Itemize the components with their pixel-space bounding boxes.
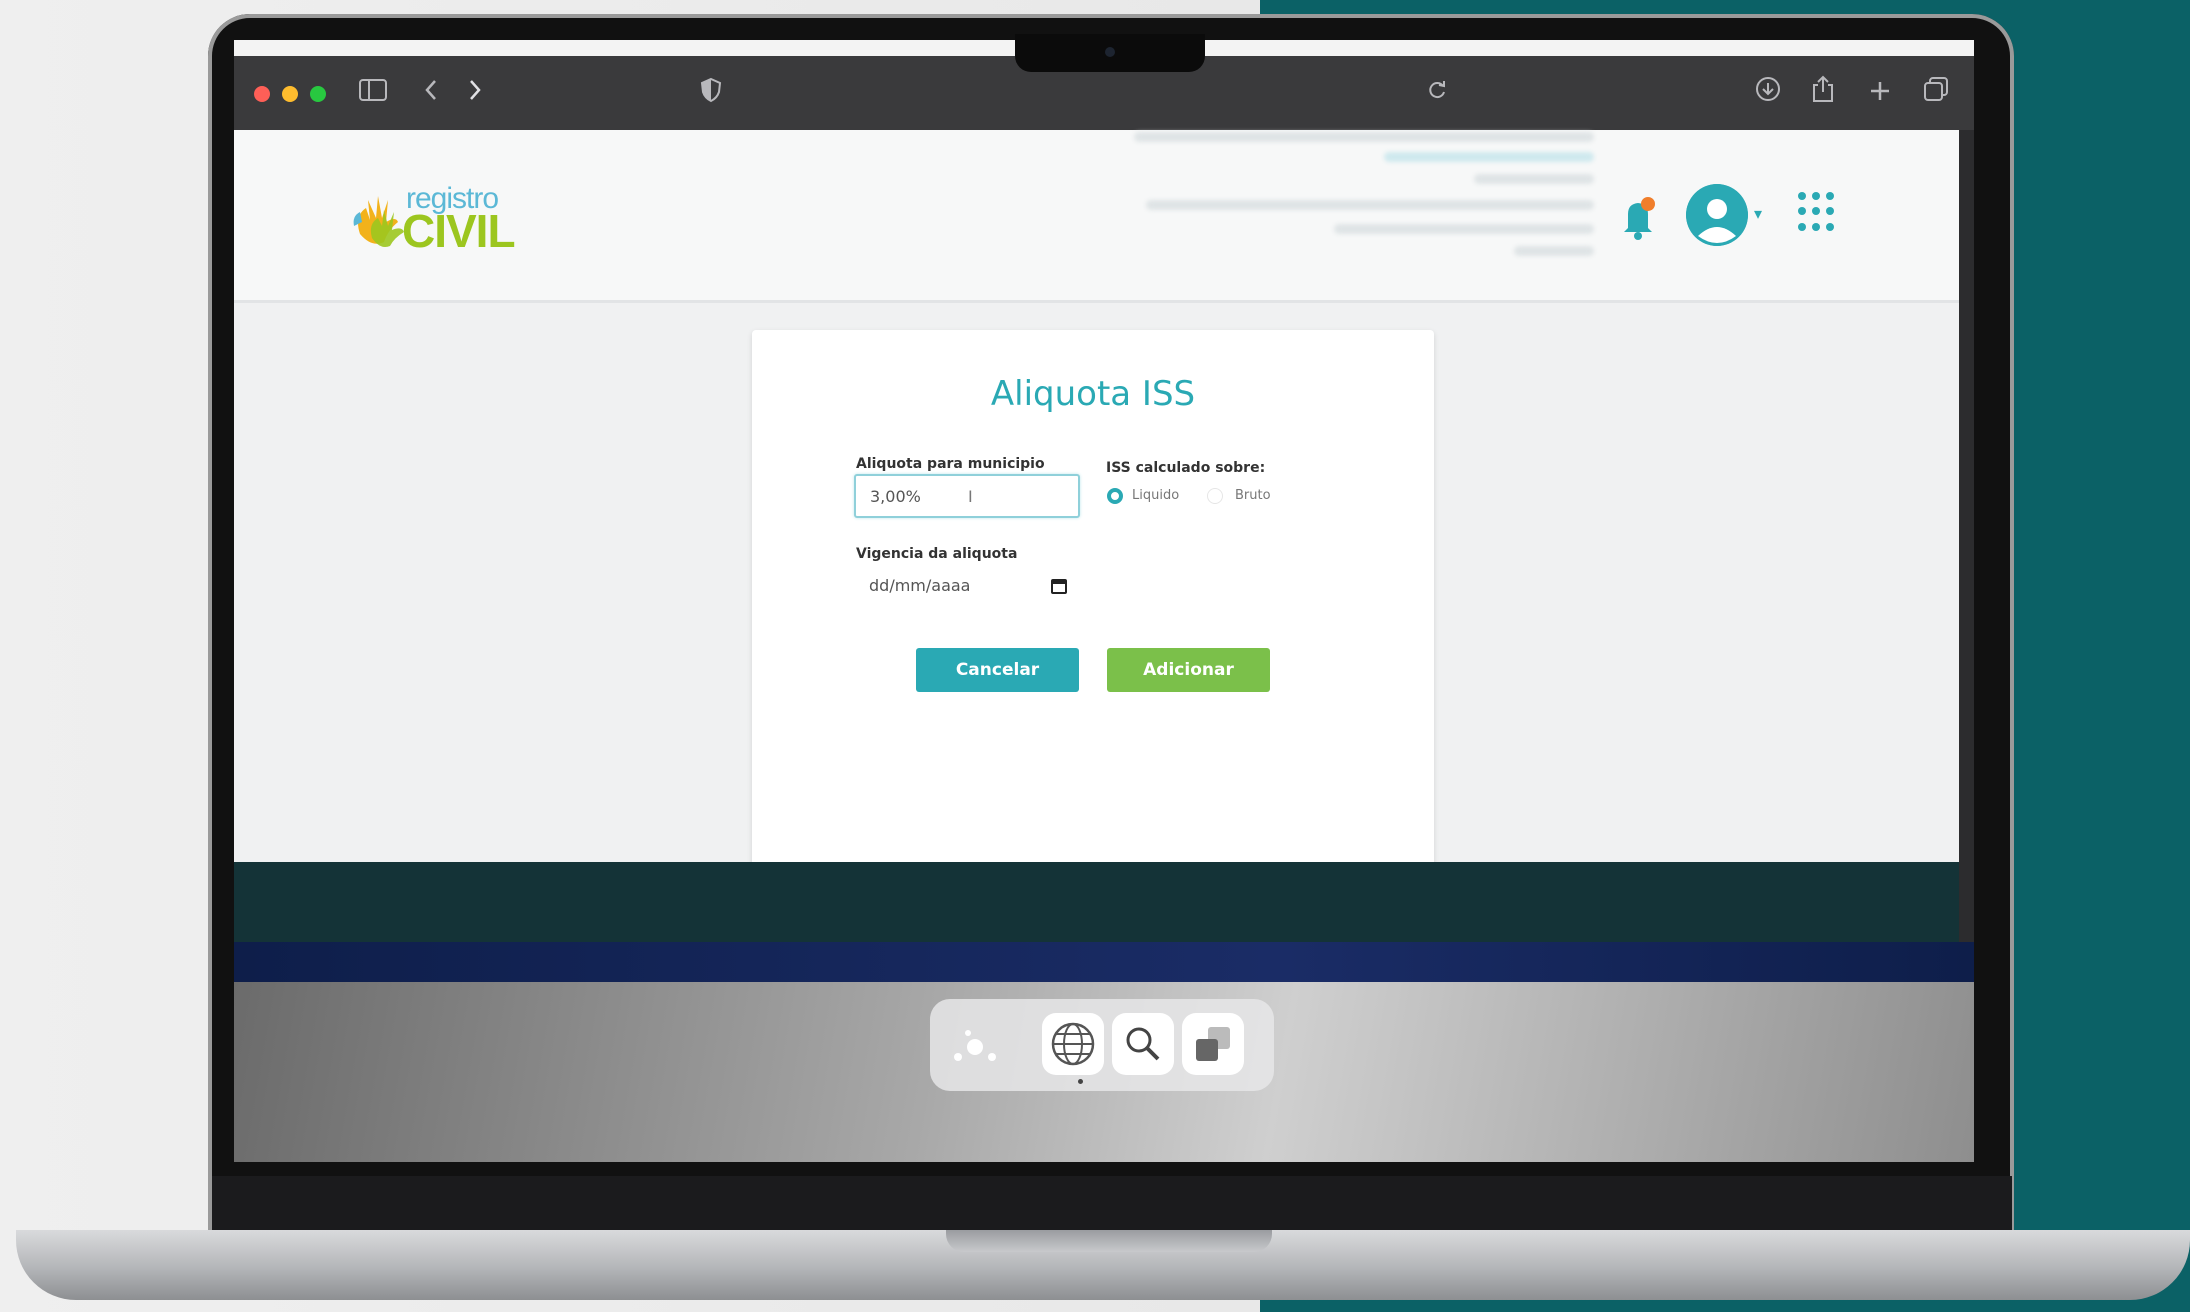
laptop-chin <box>212 1176 2012 1232</box>
shield-icon[interactable] <box>700 74 722 114</box>
laptop-base-groove <box>946 1230 1272 1252</box>
minimize-window-button[interactable] <box>282 86 298 102</box>
launchpad-icon[interactable] <box>944 1013 1006 1075</box>
radio-liquido-label: Liquido <box>1132 488 1180 503</box>
back-icon[interactable] <box>422 74 440 114</box>
radio-liquido[interactable] <box>1107 488 1123 504</box>
rate-label: Aliquota para municipio <box>856 456 1045 472</box>
new-tab-icon[interactable] <box>1868 74 1892 114</box>
validity-label: Vigencia da aliquota <box>856 546 1018 562</box>
user-avatar[interactable] <box>1686 184 1748 246</box>
zoom-window-button[interactable] <box>310 86 326 102</box>
globe-icon[interactable] <box>1042 1013 1104 1075</box>
notification-bell-icon[interactable] <box>1618 192 1658 244</box>
page-scrollbar[interactable] <box>1957 130 1974 1030</box>
site-footer <box>234 862 1959 942</box>
forward-icon[interactable] <box>466 74 484 114</box>
radio-bruto[interactable] <box>1207 488 1223 504</box>
calendar-icon[interactable] <box>1051 578 1067 594</box>
iss-calculated-label: ISS calculado sobre: <box>1106 460 1266 476</box>
download-icon[interactable] <box>1754 74 1782 114</box>
dock <box>930 999 1274 1091</box>
add-button[interactable]: Adicionar <box>1107 648 1270 692</box>
validity-date-input[interactable]: dd/mm/aaaa <box>854 564 1080 608</box>
apps-grid-icon[interactable] <box>1798 192 1838 232</box>
running-indicator <box>1078 1079 1083 1084</box>
close-window-button[interactable] <box>254 86 270 102</box>
rate-input-value: 3,00% <box>870 487 921 506</box>
site-header: registro CIVIL ▾ <box>234 130 1959 303</box>
desktop-background <box>234 982 1974 1162</box>
chevron-down-icon[interactable]: ▾ <box>1754 204 1762 224</box>
text-cursor-icon: I <box>968 487 973 506</box>
blurred-header-info <box>1134 130 1594 300</box>
cancel-button[interactable]: Cancelar <box>916 648 1079 692</box>
laptop-screen: registro CIVIL ▾ Aliquota ISS Aliquota p… <box>234 40 1974 1162</box>
aliquota-iss-modal: Aliquota ISS Aliquota para municipio 3,0… <box>752 330 1434 880</box>
reload-icon[interactable] <box>1426 74 1448 114</box>
overlap-icon[interactable] <box>1182 1013 1244 1075</box>
modal-title: Aliquota ISS <box>990 374 1196 414</box>
radio-bruto-label: Bruto <box>1235 488 1271 503</box>
share-icon[interactable] <box>1810 74 1836 115</box>
logo-text-bottom: CIVIL <box>402 205 516 257</box>
camera-icon <box>1105 47 1115 57</box>
footer-bottom-bar <box>234 942 1974 982</box>
search-icon[interactable] <box>1112 1013 1174 1075</box>
rate-input[interactable]: 3,00% I <box>854 474 1080 518</box>
sidebar-icon[interactable] <box>358 74 388 114</box>
web-page: registro CIVIL ▾ Aliquota ISS Aliquota p… <box>234 130 1959 952</box>
validity-date-placeholder: dd/mm/aaaa <box>869 576 971 595</box>
registro-civil-logo[interactable]: registro CIVIL <box>352 182 516 257</box>
tabs-overview-icon[interactable] <box>1922 74 1950 114</box>
